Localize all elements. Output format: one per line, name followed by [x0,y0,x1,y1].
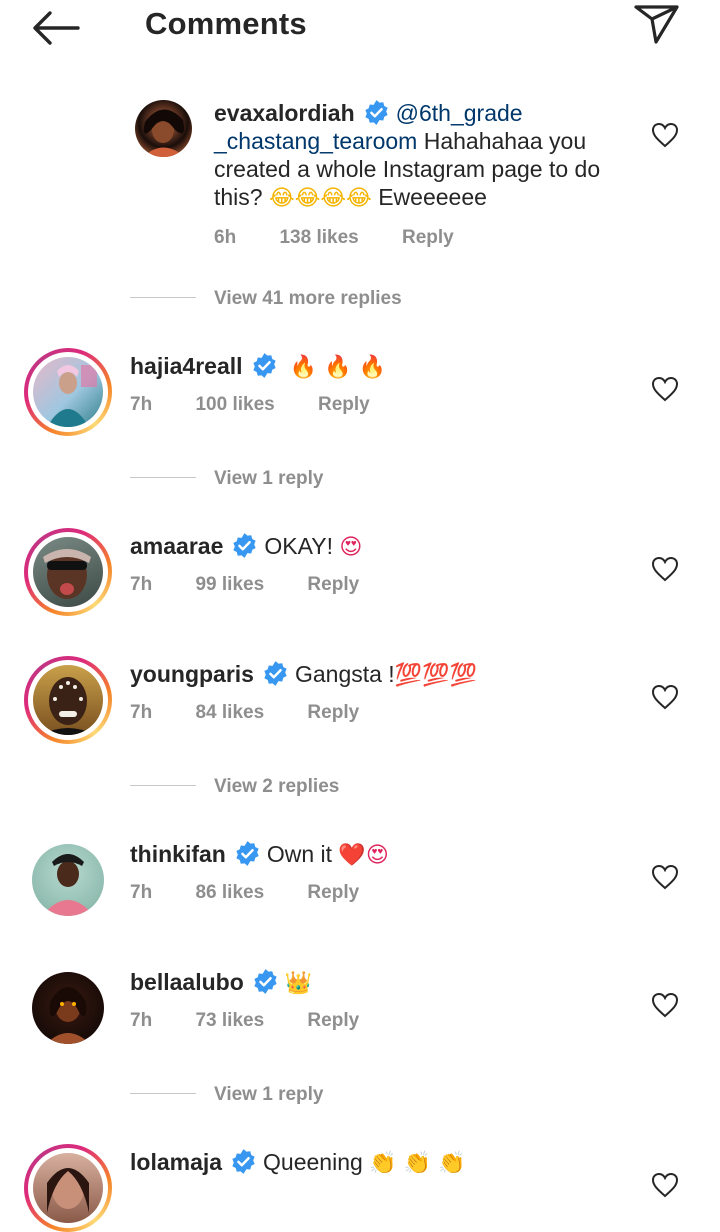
page-title: Comments [145,6,307,41]
comment-text: Own it [266,841,333,867]
comment-likes[interactable]: 73 likes [195,1010,264,1031]
view-replies-link[interactable]: View 2 replies [130,776,339,798]
comment-likes[interactable]: 84 likes [195,702,264,723]
comment-body: evaxalordiah @6th_grade _chastang_tearoom… [214,99,634,249]
comment-username[interactable]: evaxalordiah [214,100,355,126]
back-arrow-icon[interactable] [28,8,84,48]
comment-likes[interactable]: 138 likes [279,227,358,248]
comment-time: 6h [214,227,237,248]
comment-meta: 7h 100 likes Reply [130,394,408,416]
avatar [33,665,103,735]
comment-meta: 7h 84 likes Reply [130,702,477,724]
comment-meta: 7h 99 likes Reply [130,574,397,596]
avatar [33,537,103,607]
comment-username[interactable]: lolamaja [130,1149,222,1175]
comment-time: 7h [130,394,153,415]
laughing-emoji: 😂😂😂😂 [268,186,372,211]
reply-button[interactable]: Reply [307,1010,359,1031]
crown-emoji: 👑 [284,971,313,996]
story-ring[interactable] [24,348,112,436]
verified-badge-icon [365,100,388,125]
comment-username[interactable]: thinkifan [130,841,226,867]
comment-text-end: Eweeeeee [378,184,487,210]
hundred-points-emoji: 💯💯💯 [394,663,477,688]
verified-badge-icon [236,841,259,866]
comment-username[interactable]: amaarae [130,533,223,559]
story-ring[interactable] [24,656,112,744]
comment-likes[interactable]: 86 likes [195,882,264,903]
verified-badge-icon [252,353,276,378]
comment-username[interactable]: bellaalubo [130,969,244,995]
comment-body: bellaalubo 👑 7h 73 likes Reply [130,968,397,1032]
comment-text: OKAY! [264,533,333,559]
comment-likes[interactable]: 100 likes [195,394,274,415]
view-replies-link[interactable]: View 41 more replies [130,288,402,310]
verified-badge-icon [233,533,256,558]
heart-icon[interactable] [651,992,679,1018]
reply-button[interactable]: Reply [307,882,359,903]
fire-emoji: 🔥 🔥 🔥 [289,355,387,380]
comment-username[interactable]: youngparis [130,661,254,687]
heart-icon[interactable] [651,122,679,148]
view-replies-link[interactable]: View 1 reply [130,468,324,490]
reply-button[interactable]: Reply [402,227,454,248]
heart-icon[interactable] [651,556,679,582]
view-replies-link[interactable]: View 1 reply [130,1084,324,1106]
send-direct-icon[interactable] [630,2,682,46]
comment-meta: 7h 86 likes Reply [130,882,397,904]
avatar [33,1153,103,1223]
story-ring[interactable] [24,1144,112,1232]
heart-emoji: ❤️😍 [338,843,389,868]
avatar [33,357,103,427]
comment-time: 7h [130,882,153,903]
verified-badge-icon [254,969,277,994]
heart-icon[interactable] [651,1172,679,1198]
clapping-emoji: 👏 👏 👏 [369,1151,466,1176]
comment-body: lolamaja Queening 👏 👏 👏 [130,1148,465,1178]
heart-icon[interactable] [651,864,679,890]
heart-icon[interactable] [651,684,679,710]
comment-meta: 7h 73 likes Reply [130,1010,397,1032]
comment-time: 7h [130,574,153,595]
reply-button[interactable]: Reply [307,702,359,723]
verified-badge-icon [232,1149,255,1174]
story-ring[interactable] [24,528,112,616]
comment-likes[interactable]: 99 likes [195,574,264,595]
comment-body: thinkifan Own it ❤️😍 7h 86 likes Reply [130,840,397,904]
comment-text: Queening [263,1149,363,1175]
avatar[interactable] [32,844,104,916]
comment-username[interactable]: hajia4reall [130,353,243,379]
comment-body: hajia4reall 🔥 🔥 🔥 7h 100 likes Reply [130,352,408,416]
heart-icon[interactable] [651,376,679,402]
reply-button[interactable]: Reply [307,574,359,595]
reply-button[interactable]: Reply [318,394,370,415]
comment-meta: 6h 138 likes Reply [214,227,634,249]
comment-time: 7h [130,702,153,723]
comment-body: youngparis Gangsta !💯💯💯 7h 84 likes Reply [130,660,477,724]
heart-eyes-emoji: 😍 [339,535,363,560]
comment-time: 7h [130,1010,153,1031]
comment-body: amaarae OKAY! 😍 7h 99 likes Reply [130,532,397,596]
verified-badge-icon [264,661,287,686]
avatar[interactable] [135,100,192,157]
avatar[interactable] [32,972,104,1044]
comment-text: Gangsta ! [294,661,395,687]
